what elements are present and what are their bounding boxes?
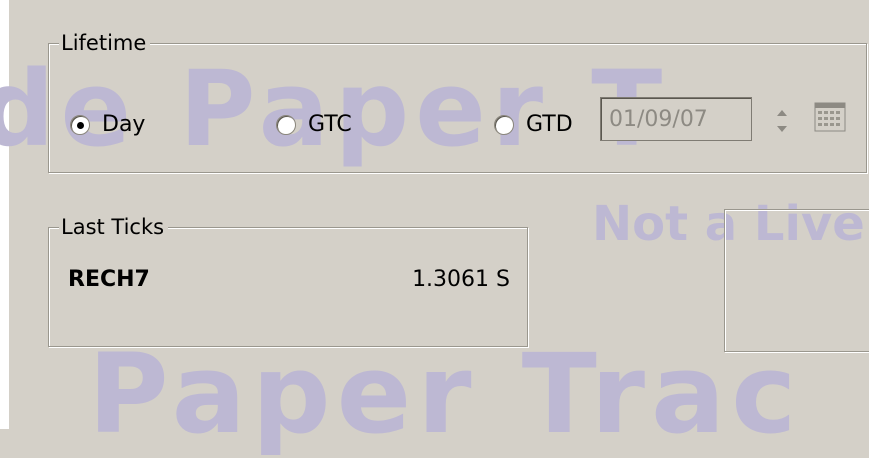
spinner-icon[interactable]: [774, 107, 790, 135]
calendar-icon[interactable]: [812, 99, 848, 135]
right-group-box: [724, 209, 869, 352]
tick-symbol: RECH7: [68, 267, 150, 292]
gtd-date-field[interactable]: 01/09/07: [600, 97, 752, 141]
tick-price: 1.3061 S: [412, 267, 510, 292]
watermark-line-3: Paper Trac: [88, 330, 803, 458]
lifetime-legend: Lifetime: [59, 31, 151, 55]
last-ticks-legend: Last Ticks: [59, 215, 169, 239]
